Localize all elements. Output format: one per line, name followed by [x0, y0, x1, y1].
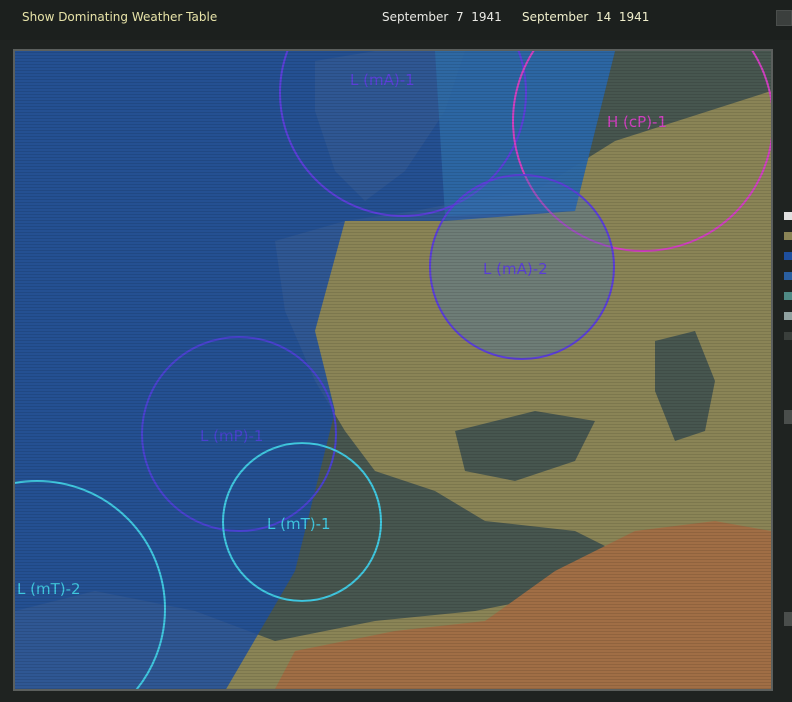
- map-canvas: L (mA)-1 H (cP)-1 L (mA)-2 L (mP)-1 L (m…: [15, 51, 771, 689]
- scroll-tick[interactable]: [784, 410, 792, 424]
- show-weather-table-toggle[interactable]: Show Dominating Weather Table: [22, 10, 217, 24]
- date-to: September 14 1941: [522, 10, 650, 24]
- system-label-ma2: L (mA)-2: [483, 260, 548, 278]
- system-label-mt2: L (mT)-2: [17, 580, 81, 598]
- weather-map[interactable]: L (mA)-1 H (cP)-1 L (mA)-2 L (mP)-1 L (m…: [13, 49, 773, 691]
- date-from: September 7 1941: [382, 10, 502, 24]
- legend-swatch-continental[interactable]: [784, 292, 792, 300]
- legend-swatch-light[interactable]: [784, 312, 792, 320]
- legend-swatch-maritime-arctic[interactable]: [784, 272, 792, 280]
- legend-swatch-land[interactable]: [784, 232, 792, 240]
- legend-strip: [784, 212, 792, 352]
- system-label-mt1: L (mT)-1: [267, 515, 331, 533]
- top-bar: Show Dominating Weather Table September …: [0, 0, 792, 40]
- system-label-ma1: L (mA)-1: [350, 71, 415, 89]
- legend-swatch-dark[interactable]: [784, 332, 792, 340]
- window-control-icon[interactable]: [776, 10, 792, 26]
- scroll-tick[interactable]: [784, 612, 792, 626]
- system-label-cp1: H (cP)-1: [607, 113, 667, 131]
- legend-swatch-maritime-polar[interactable]: [784, 252, 792, 260]
- system-label-mp1: L (mP)-1: [200, 427, 263, 445]
- check-icon[interactable]: [784, 212, 792, 220]
